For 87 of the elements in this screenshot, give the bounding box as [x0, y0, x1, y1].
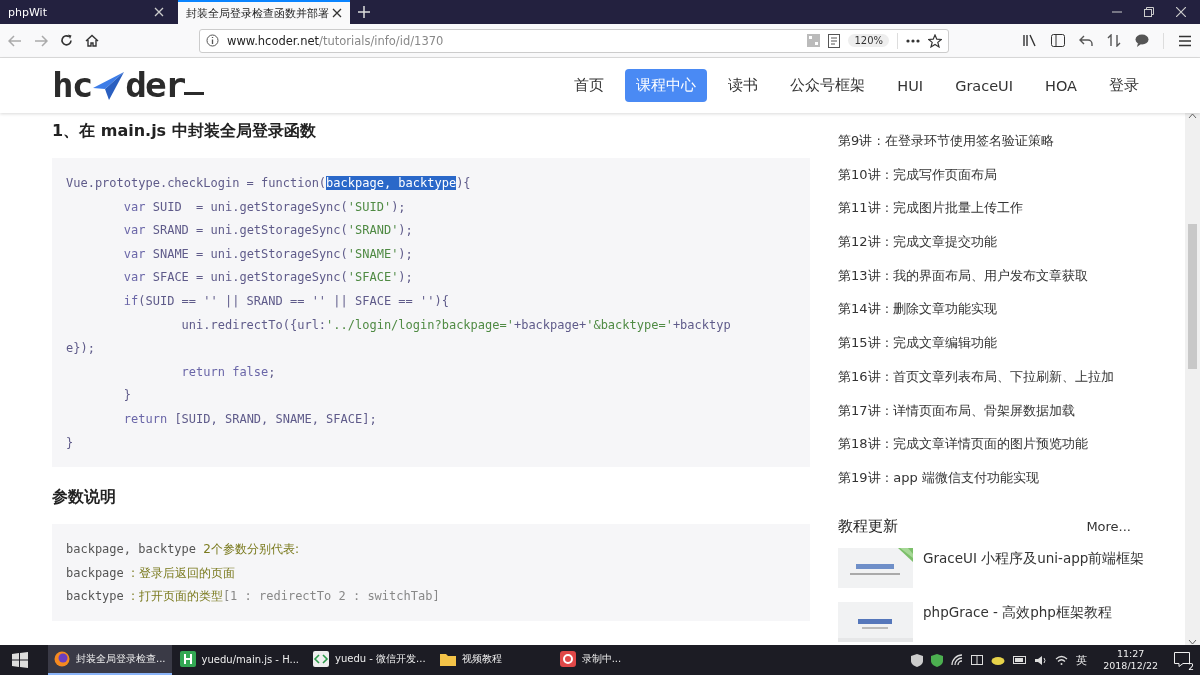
lesson-link[interactable]: 第10讲 : 完成写作页面布局	[838, 165, 1138, 200]
reload-icon[interactable]	[60, 34, 73, 47]
section-title: 教程更新	[838, 516, 898, 536]
scroll-down-icon[interactable]	[1188, 639, 1197, 645]
nav-link[interactable]: 首页	[563, 69, 616, 102]
lesson-link[interactable]: 第16讲 : 首页文章列表布局、下拉刷新、上拉加	[838, 367, 1138, 402]
underline-icon	[184, 91, 205, 95]
record-icon	[559, 651, 576, 667]
taskbar-button[interactable]: yuedu - 微信开发...	[307, 645, 432, 675]
code-line: }	[66, 434, 75, 452]
lesson-link[interactable]: 第18讲 : 完成文章详情页面的图片预览功能	[838, 435, 1138, 469]
section-heading: 参数说明	[52, 487, 117, 509]
taskbar-button[interactable]: 封装全局登录检查...	[48, 645, 172, 675]
code-line: uni.redirectTo({url:'../login/login?backpage='+backpage+'&backtype='+backtyp	[180, 316, 732, 334]
code-icon	[313, 651, 329, 667]
lesson-link[interactable]: 第12讲 : 完成文章提交功能	[838, 233, 1138, 267]
volume-icon[interactable]	[1035, 654, 1048, 666]
tutorial-link[interactable]: phpGrace - 高效php框架教程	[923, 601, 1112, 644]
network-icon[interactable]	[951, 654, 964, 666]
code-line: backpage, backtype 2个参数分别代表:	[66, 541, 300, 559]
editor-icon	[179, 651, 196, 667]
folder-icon	[439, 652, 456, 666]
nav-link[interactable]: HUI	[886, 70, 935, 101]
home-icon[interactable]	[85, 34, 99, 47]
star-icon[interactable]	[928, 33, 942, 48]
code-line: }	[122, 387, 133, 405]
code-line: if(SUID == '' || SRAND == '' || SFACE == ''){	[122, 292, 450, 310]
menu-icon[interactable]	[1178, 34, 1192, 47]
undo-icon[interactable]	[1079, 34, 1093, 47]
new-tab-icon[interactable]	[358, 6, 370, 18]
shield-icon[interactable]	[911, 653, 924, 667]
battery-icon[interactable]	[1013, 656, 1028, 664]
restore-icon[interactable]	[1144, 7, 1154, 17]
code-line: var SRAND = uni.getStorageSync('SRAND');	[122, 222, 414, 240]
lesson-link[interactable]: 第17讲 : 详情页面布局、骨架屏数据加载	[838, 401, 1138, 436]
lesson-link[interactable]: 第19讲 : app 端微信支付功能实现	[838, 468, 1138, 503]
taskbar-button[interactable]: yuedu/main.js - H...	[173, 645, 305, 675]
scroll-up-icon[interactable]	[1188, 113, 1197, 119]
lesson-link[interactable]: 第11讲 : 完成图片批量上传工作	[838, 199, 1138, 234]
notification-icon[interactable]	[1174, 651, 1190, 667]
window-icon[interactable]	[971, 655, 984, 665]
section-heading: 1、在 main.js 中封装全局登录函数	[52, 121, 317, 142]
lesson-link[interactable]: 第15讲 : 完成文章编辑功能	[838, 334, 1138, 368]
start-icon[interactable]	[12, 652, 28, 668]
code-line: var SUID = uni.getStorageSync('SUID');	[122, 198, 407, 216]
sidebar-icon[interactable]	[1051, 34, 1065, 47]
lesson-link[interactable]: 第13讲 : 我的界面布局、用户发布文章获取	[838, 266, 1138, 301]
scrollbar-thumb[interactable]	[1188, 224, 1197, 369]
browser-tab[interactable]: phpWit	[0, 0, 172, 24]
code-line: var SFACE = uni.getStorageSync('SFACE');	[122, 269, 414, 287]
close-icon[interactable]	[332, 8, 342, 18]
code-line: Vue.prototype.checkLogin = function(backpage, backtype){	[66, 175, 472, 192]
wifi-icon[interactable]	[1055, 655, 1069, 665]
code-line: var SNAME = uni.getStorageSync('SNAME');	[122, 245, 414, 263]
browser-icon	[54, 651, 70, 667]
notification-count: 2	[1188, 661, 1194, 672]
code-line: backpage : 登录后返回的页面	[66, 564, 236, 582]
browser-tab[interactable]: 封装全局登录检查函数并部署	[178, 0, 350, 24]
tutorial-link[interactable]: GraceUI 小程序及uni-app前端框架	[923, 547, 1145, 590]
library-icon[interactable]	[1023, 34, 1037, 47]
address-bar[interactable]: www.hcoder.net/tutorials/info/id/1370 120%	[199, 28, 949, 53]
security-icon[interactable]	[931, 653, 944, 667]
more-link[interactable]: More...	[1086, 518, 1131, 534]
zoom-level[interactable]: 120%	[848, 34, 889, 47]
clock-time: 11:27	[1116, 648, 1145, 660]
nav-link[interactable]: 登录	[1098, 69, 1150, 102]
code-line: backtype : 打开页面的类型[1 : redirectTo 2 : switchTab]	[66, 588, 441, 606]
reader-icon[interactable]	[828, 33, 841, 48]
taskbar-button[interactable]: 录制中...	[553, 645, 672, 675]
input-method[interactable]: 英	[1076, 652, 1088, 668]
nav-link[interactable]: 公众号框架	[779, 69, 877, 102]
nav-link[interactable]: 读书	[717, 69, 770, 102]
more-icon[interactable]	[906, 38, 920, 43]
nav-link[interactable]: HOA	[1034, 70, 1088, 101]
code-line: return false;	[180, 363, 277, 381]
clock-date: 2018/12/22	[1103, 660, 1158, 672]
code-line: return [SUID, SRAND, SNAME, SFACE];	[122, 410, 378, 428]
taskbar-button[interactable]: 视频教程	[433, 645, 552, 675]
site-logo[interactable]: hc der	[52, 67, 205, 104]
chat-icon[interactable]	[1135, 34, 1149, 47]
sync-icon[interactable]	[1107, 34, 1121, 47]
code-line: e});	[66, 340, 96, 358]
paper-plane-icon	[91, 70, 126, 101]
info-icon[interactable]	[206, 34, 219, 47]
nav-link[interactable]: GraceUI	[944, 70, 1024, 101]
lesson-link[interactable]: 第14讲 : 删除文章功能实现	[838, 300, 1138, 335]
lesson-link[interactable]: 第9讲 : 在登录环节使用签名验证策略	[838, 132, 1138, 166]
